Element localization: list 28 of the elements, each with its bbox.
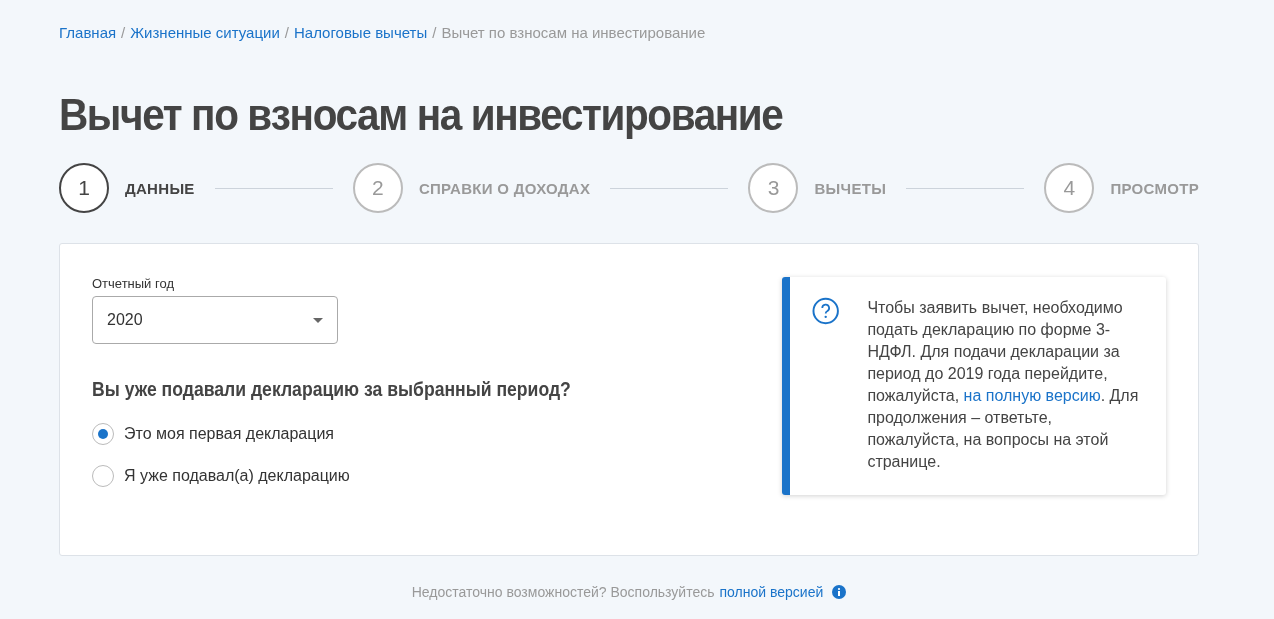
step-label: ВЫЧЕТЫ	[814, 179, 887, 197]
page-title: Вычет по взносам на инвестирование	[59, 89, 784, 141]
field-label: Отчетный год	[92, 276, 175, 291]
full-version-link[interactable]: полной версией	[719, 584, 824, 600]
step-number: 1	[59, 163, 109, 213]
question-heading: Вы уже подавали декларацию за выбранный период?	[92, 378, 571, 401]
breadcrumb-link[interactable]: Налоговые вычеты	[293, 24, 428, 41]
footer-text: Недостаточно возможностей? Воспользуйтесь	[411, 584, 715, 600]
breadcrumb-link[interactable]: Жизненные ситуации	[130, 24, 280, 41]
breadcrumb-separator: /	[432, 24, 437, 41]
step-number: 4	[1044, 163, 1095, 213]
step-label: ДАННЫЕ	[125, 179, 195, 197]
breadcrumb-separator: /	[121, 24, 126, 41]
full-version-link[interactable]: на полную версию	[963, 387, 1101, 404]
breadcrumb-separator: /	[284, 24, 289, 41]
step-number: 3	[748, 163, 799, 213]
radio-label[interactable]: Я уже подавал(а) декларацию	[124, 467, 350, 485]
info-icon	[832, 585, 847, 599]
step-label: ПРОСМОТР	[1110, 179, 1199, 197]
help-icon	[812, 297, 840, 325]
step-label: СПРАВКИ О ДОХОДАХ	[418, 179, 591, 197]
info-text: Чтобы заявить вычет, необходимо подать декларацию по форме 3-НДФЛ. Для подачи декларации за период до 2019 года перейдите, пожалуйста, на полную версию. Для продолжения – ответьте, пожалуйста, на вопросы на этой странице.	[867, 298, 1140, 472]
radio-label[interactable]: Это моя первая декларация	[124, 425, 334, 443]
caret-icon	[313, 317, 323, 323]
year-select[interactable]: 2020	[92, 296, 338, 344]
breadcrumb-link[interactable]: Главная	[59, 24, 117, 41]
current-page-label: Вычет по взносам на инвестирование	[441, 24, 706, 41]
step-number: 2	[352, 163, 403, 213]
